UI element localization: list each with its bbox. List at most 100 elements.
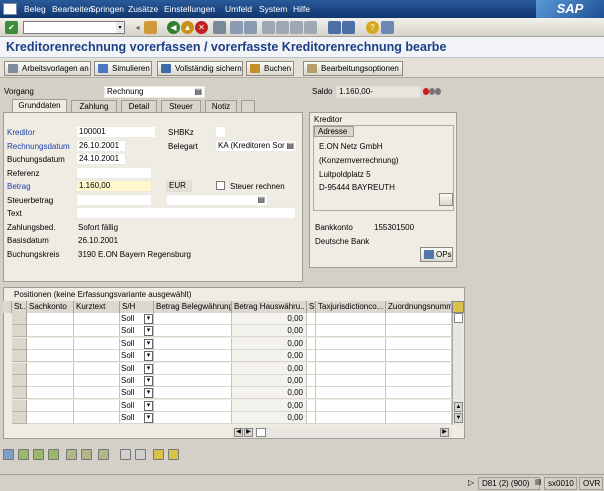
cell-sachkonto[interactable] — [27, 375, 74, 387]
arbeitsvorlagen-button[interactable]: Arbeitsvorlagen an — [4, 61, 91, 76]
cell-sachkonto[interactable] — [27, 313, 74, 325]
save-icon[interactable] — [144, 21, 157, 34]
paste-icon[interactable] — [135, 449, 146, 460]
cell-zuordnung[interactable] — [386, 350, 452, 363]
column-header-zuordnung[interactable]: Zuordnungsnumm — [386, 301, 452, 313]
exit-icon[interactable]: ▲ — [181, 21, 194, 34]
menu-beleg[interactable]: Beleg — [24, 4, 46, 14]
cancel-icon[interactable]: ✕ — [195, 21, 208, 34]
dropdown-icon[interactable]: ▾ — [144, 376, 153, 386]
copy-icon[interactable] — [120, 449, 131, 460]
status-dropdown-icon[interactable]: ▤ — [535, 478, 542, 486]
cell-taxjurisdiction[interactable] — [316, 362, 386, 375]
row-selector[interactable] — [12, 362, 27, 375]
cell-sachkonto[interactable] — [27, 350, 74, 363]
menu-umfeld[interactable]: Umfeld — [225, 4, 252, 14]
find-icon[interactable] — [230, 21, 243, 34]
row-selector[interactable] — [12, 337, 27, 350]
menu-system[interactable]: System — [259, 4, 287, 14]
command-field[interactable] — [23, 21, 125, 34]
cell-taxjurisdiction[interactable] — [316, 387, 386, 400]
column-header-taxjurisdiction[interactable]: Taxjurisdictionco... — [316, 301, 386, 313]
cell-taxjurisdiction[interactable] — [316, 313, 386, 325]
cell-s[interactable] — [307, 313, 316, 325]
row-selector[interactable] — [12, 387, 27, 400]
tab-extra[interactable] — [241, 100, 255, 112]
cell-s[interactable] — [307, 337, 316, 350]
vollstaendig-sichern-button[interactable]: Vollständig sichern — [157, 61, 243, 76]
cell-taxjurisdiction[interactable] — [316, 399, 386, 412]
steuerbetrag-field[interactable] — [76, 194, 152, 206]
row-selector[interactable] — [12, 375, 27, 387]
scroll-right-icon[interactable]: ▶ — [244, 428, 253, 437]
last-page-icon[interactable] — [304, 21, 317, 34]
column-header-s[interactable]: S. — [307, 301, 316, 313]
cell-zuordnung[interactable] — [386, 313, 452, 325]
cell-betrag-belegwaehrung[interactable] — [154, 313, 232, 325]
buchungsdatum-field[interactable]: 24.10.2001 — [76, 153, 126, 165]
cell-kurztext[interactable] — [74, 313, 120, 325]
horizontal-scrollbar[interactable]: ◀ ▶ ▶ — [232, 427, 452, 438]
cell-betrag-belegwaehrung[interactable] — [154, 387, 232, 400]
cell-zuordnung[interactable] — [386, 375, 452, 387]
cell-kurztext[interactable] — [74, 337, 120, 350]
cell-taxjurisdiction[interactable] — [316, 337, 386, 350]
cell-betrag-belegwaehrung[interactable] — [154, 350, 232, 363]
cell-kurztext[interactable] — [74, 350, 120, 363]
cell-sachkonto[interactable] — [27, 387, 74, 400]
cell-betrag-belegwaehrung[interactable] — [154, 325, 232, 338]
menu-hilfe[interactable]: Hilfe — [293, 4, 310, 14]
ops-button[interactable]: OPs — [420, 247, 453, 262]
history-icon[interactable]: ◂ — [131, 21, 144, 34]
column-header-betrag-belegwaehrung[interactable]: Betrag Belegwährung — [154, 301, 232, 313]
referenz-field[interactable] — [76, 167, 152, 179]
kreditor-field[interactable]: 100001 — [76, 126, 156, 138]
cell-taxjurisdiction[interactable] — [316, 350, 386, 363]
cell-kurztext[interactable] — [74, 362, 120, 375]
shortcut-icon[interactable] — [342, 21, 355, 34]
row-selector[interactable] — [12, 325, 27, 338]
cell-s[interactable] — [307, 362, 316, 375]
dropdown-icon[interactable]: ▾ — [144, 388, 153, 399]
belegart-select[interactable]: KA (Kreditoren Sor ▤ — [215, 140, 297, 152]
menu-sap-icon[interactable] — [3, 3, 17, 15]
scroll-end-icon[interactable]: ▶ — [440, 428, 449, 437]
menu-einstellungen[interactable]: Einstellungen — [164, 4, 215, 14]
cell-kurztext[interactable] — [74, 387, 120, 400]
tab-detail[interactable]: Detail — [121, 100, 157, 112]
column-header-sh[interactable]: S/H — [120, 301, 154, 313]
cell-taxjurisdiction[interactable] — [316, 325, 386, 338]
cell-kurztext[interactable] — [74, 399, 120, 412]
tab-zahlung[interactable]: Zahlung — [71, 100, 117, 112]
tab-steuer[interactable]: Steuer — [161, 100, 201, 112]
cell-sachkonto[interactable] — [27, 337, 74, 350]
layout-menu-icon[interactable] — [381, 21, 394, 34]
row-selector[interactable] — [12, 412, 27, 425]
cell-betrag-belegwaehrung[interactable] — [154, 362, 232, 375]
first-page-icon[interactable] — [262, 21, 275, 34]
cell-taxjurisdiction[interactable] — [316, 375, 386, 387]
buchen-button[interactable]: Buchen — [246, 61, 294, 76]
print-icon[interactable] — [213, 21, 226, 34]
deselect-all-icon[interactable] — [33, 449, 44, 460]
column-header-select[interactable] — [3, 301, 12, 313]
enter-icon[interactable]: ✔ — [5, 21, 18, 34]
cell-betrag-belegwaehrung[interactable] — [154, 412, 232, 425]
sort-icon[interactable] — [153, 449, 164, 460]
menu-bearbeiten[interactable]: Bearbeiten — [52, 4, 93, 14]
scroll-down-icon[interactable]: ▼ — [454, 413, 463, 423]
text-field[interactable] — [76, 207, 296, 219]
column-header-sachkonto[interactable]: Sachkonto — [27, 301, 74, 313]
column-header-betrag-hauswaehrung[interactable]: Betrag Hauswähru.. — [232, 301, 307, 313]
shbkz-field[interactable] — [215, 126, 226, 138]
simulieren-button[interactable]: Simulieren — [94, 61, 152, 76]
cell-s[interactable] — [307, 399, 316, 412]
cell-s[interactable] — [307, 412, 316, 425]
tab-notiz[interactable]: Notiz — [205, 100, 237, 112]
dropdown-icon[interactable]: ▾ — [144, 351, 153, 362]
dropdown-icon[interactable]: ▾ — [144, 326, 153, 337]
cell-kurztext[interactable] — [74, 375, 120, 387]
cell-sachkonto[interactable] — [27, 362, 74, 375]
cut-icon[interactable] — [98, 449, 109, 460]
next-page-icon[interactable] — [290, 21, 303, 34]
